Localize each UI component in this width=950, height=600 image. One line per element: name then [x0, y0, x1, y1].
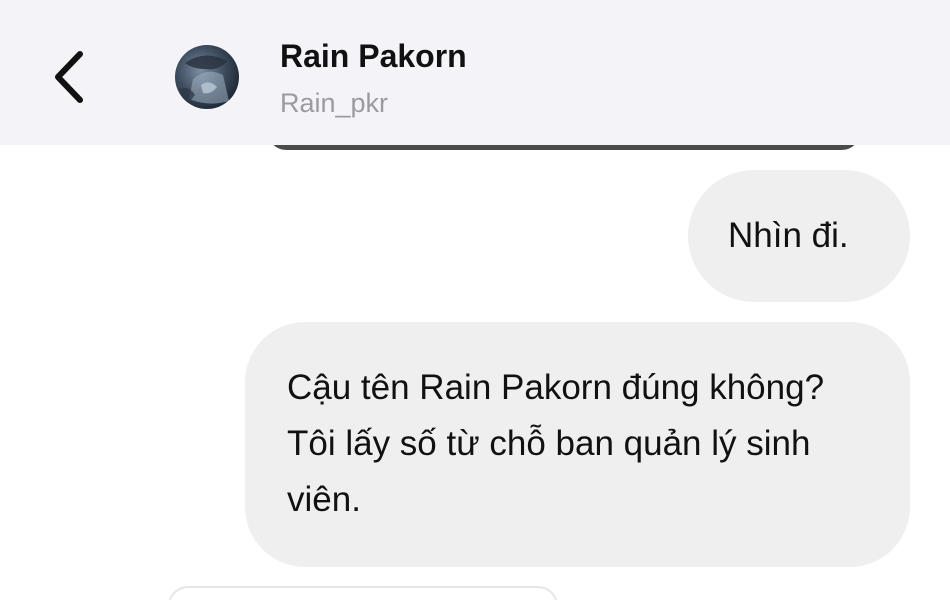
next-message-bubble[interactable] — [168, 586, 558, 600]
contact-name[interactable]: Rain Pakorn — [280, 38, 467, 75]
chat-header: Rain Pakorn Rain_pkr — [0, 0, 950, 145]
chat-screen: Nhìn đi. Cậu tên Rain Pakorn đúng không?… — [0, 0, 950, 600]
message-text: Cậu tên Rain Pakorn đúng không? Tôi lấy … — [287, 368, 825, 519]
back-button[interactable] — [40, 40, 100, 110]
message-text: Nhìn đi. — [728, 216, 849, 255]
message-bubble[interactable]: Nhìn đi. — [688, 170, 910, 302]
message-bubble[interactable]: Cậu tên Rain Pakorn đúng không? Tôi lấy … — [245, 322, 910, 567]
avatar[interactable] — [175, 45, 239, 109]
contact-username: Rain_pkr — [280, 88, 389, 118]
chevron-left-icon — [55, 51, 83, 103]
avatar-image — [175, 45, 239, 109]
